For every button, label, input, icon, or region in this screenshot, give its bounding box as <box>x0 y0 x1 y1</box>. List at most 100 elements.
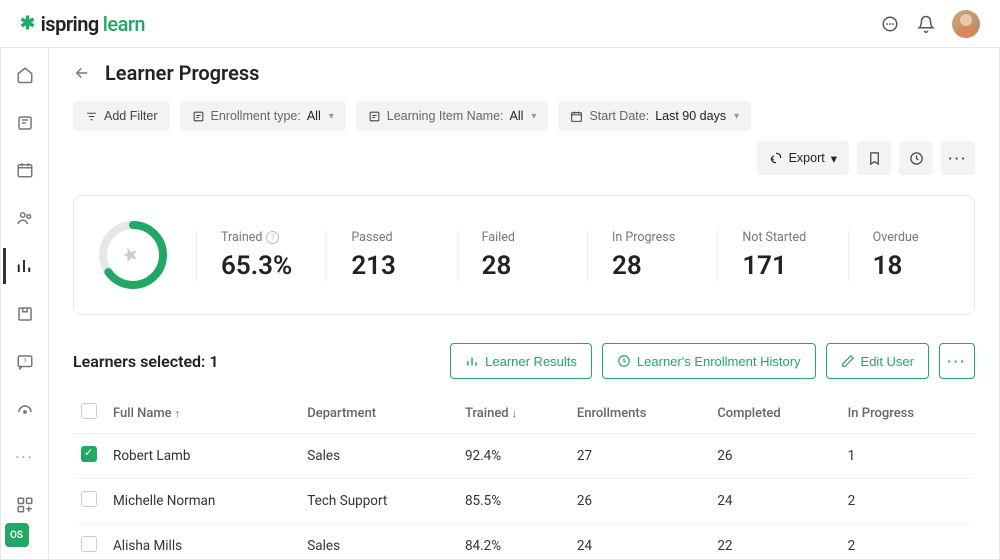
learner-results-button[interactable]: Learner Results <box>450 343 592 379</box>
cell-name: Alisha Mills <box>105 524 299 560</box>
stat-overdue: Overdue 18 <box>848 230 950 281</box>
share-icon <box>769 151 783 165</box>
row-checkbox[interactable] <box>81 491 97 507</box>
clock-icon <box>617 354 631 368</box>
bell-icon[interactable] <box>916 14 936 34</box>
avatar[interactable] <box>952 10 980 38</box>
stat-passed-label: Passed <box>351 230 428 245</box>
learner-results-label: Learner Results <box>485 354 577 369</box>
logo-icon: ✱ <box>20 13 35 34</box>
stat-trained: Trained? 65.3% <box>196 230 298 281</box>
filter-bar: Add Filter Enrollment type: All ▾ Learni… <box>73 101 975 175</box>
cell-trained: 85.5% <box>457 479 569 524</box>
select-all-checkbox[interactable] <box>81 403 97 419</box>
chevron-down-icon: ▾ <box>329 111 334 122</box>
col-inprogress[interactable]: In Progress <box>840 393 975 434</box>
enrollment-history-button[interactable]: Learner's Enrollment History <box>602 343 816 379</box>
sidebar-apps[interactable] <box>5 487 45 523</box>
history-button[interactable] <box>899 141 933 175</box>
sidebar-feedback[interactable]: ? <box>5 344 45 380</box>
sidebar-calendar[interactable] <box>5 153 45 189</box>
cell-inprog: 2 <box>840 524 975 560</box>
cell-inprog: 1 <box>840 434 975 479</box>
stat-trained-label: Trained <box>221 230 262 245</box>
topbar: ✱ ispring learn <box>0 0 1000 48</box>
stat-inprogress: In Progress 28 <box>587 230 689 281</box>
learning-item-icon <box>368 110 381 123</box>
col-trained[interactable]: Trained↓ <box>457 393 569 434</box>
row-checkbox[interactable] <box>81 536 97 552</box>
add-filter-label: Add Filter <box>104 109 158 123</box>
stat-notstarted-label: Not Started <box>742 230 819 245</box>
filter-icon <box>85 110 98 123</box>
os-badge[interactable]: OS <box>5 523 29 547</box>
filter-learning-item[interactable]: Learning Item Name: All ▾ <box>356 101 549 131</box>
filter-enrollment-label: Enrollment type: <box>211 109 301 123</box>
sidebar-home[interactable] <box>5 57 45 93</box>
chevron-down-icon: ▾ <box>531 111 536 122</box>
sort-desc-icon: ↓ <box>512 407 518 420</box>
sidebar-more[interactable]: ··· <box>5 439 45 475</box>
add-filter-button[interactable]: Add Filter <box>73 101 170 131</box>
filter-enrollment-type[interactable]: Enrollment type: All ▾ <box>180 101 346 131</box>
enrollment-history-label: Learner's Enrollment History <box>637 354 801 369</box>
page-title: Learner Progress <box>105 61 259 85</box>
sort-asc-icon: ↑ <box>175 407 181 420</box>
sidebar-book[interactable] <box>5 105 45 141</box>
bookmark-button[interactable] <box>857 141 891 175</box>
chat-icon[interactable] <box>880 14 900 34</box>
logo[interactable]: ✱ ispring learn <box>20 12 145 36</box>
sidebar-reports[interactable] <box>3 248 43 284</box>
filter-date-value: Last 90 days <box>655 109 726 123</box>
row-checkbox[interactable] <box>81 446 97 462</box>
stats-card: Trained? 65.3% Passed 213 Failed 28 In P… <box>73 195 975 315</box>
table-row[interactable]: Alisha Mills Sales 84.2% 24 22 2 <box>73 524 975 560</box>
filter-date-label: Start Date: <box>589 109 649 123</box>
back-arrow-icon[interactable] <box>73 64 91 82</box>
logo-text-1: ispring <box>41 12 99 36</box>
col-fullname[interactable]: Full Name↑ <box>105 393 299 434</box>
filter-start-date[interactable]: Start Date: Last 90 days ▾ <box>558 101 751 131</box>
edit-user-label: Edit User <box>861 354 914 369</box>
more-button[interactable]: ··· <box>941 141 975 175</box>
filter-learning-item-label: Learning Item Name: <box>387 109 504 123</box>
stat-overdue-label: Overdue <box>873 230 950 245</box>
svg-text:?: ? <box>23 356 26 364</box>
clock-icon <box>909 151 924 166</box>
stat-trained-value: 65.3% <box>221 251 298 281</box>
cell-dept: Sales <box>299 524 457 560</box>
stat-failed-label: Failed <box>482 230 559 245</box>
cell-dept: Sales <box>299 434 457 479</box>
bar-chart-icon <box>465 354 479 368</box>
donut-center-icon <box>122 244 144 266</box>
export-button[interactable]: Export ▾ <box>757 141 849 175</box>
col-enrollments[interactable]: Enrollments <box>569 393 709 434</box>
sidebar-archive[interactable] <box>5 296 45 332</box>
stat-notstarted-value: 171 <box>742 251 819 281</box>
stat-failed-value: 28 <box>482 251 559 281</box>
enrollment-icon <box>192 110 205 123</box>
filter-learning-item-value: All <box>510 109 524 123</box>
col-completed[interactable]: Completed <box>709 393 839 434</box>
stat-failed: Failed 28 <box>457 230 559 281</box>
bookmark-icon <box>867 151 882 166</box>
more-actions-button[interactable]: ··· <box>939 343 975 379</box>
stat-notstarted: Not Started 171 <box>717 230 819 281</box>
cell-name: Robert Lamb <box>105 434 299 479</box>
sidebar-gauge[interactable] <box>5 391 45 427</box>
table-row[interactable]: Michelle Norman Tech Support 85.5% 26 24… <box>73 479 975 524</box>
cell-trained: 84.2% <box>457 524 569 560</box>
stat-inprogress-label: In Progress <box>612 230 689 245</box>
selected-label: Learners selected: 1 <box>73 352 219 371</box>
table-row[interactable]: Robert Lamb Sales 92.4% 27 26 1 <box>73 434 975 479</box>
sidebar-users[interactable] <box>5 200 45 236</box>
info-icon[interactable]: ? <box>266 231 279 244</box>
main: Learner Progress Add Filter Enrollment t… <box>49 1 999 559</box>
col-department[interactable]: Department <box>299 393 457 434</box>
pencil-icon <box>841 354 855 368</box>
chevron-down-icon: ▾ <box>734 111 739 122</box>
cell-completed: 26 <box>709 434 839 479</box>
edit-user-button[interactable]: Edit User <box>826 343 929 379</box>
stat-passed: Passed 213 <box>326 230 428 281</box>
cell-completed: 24 <box>709 479 839 524</box>
